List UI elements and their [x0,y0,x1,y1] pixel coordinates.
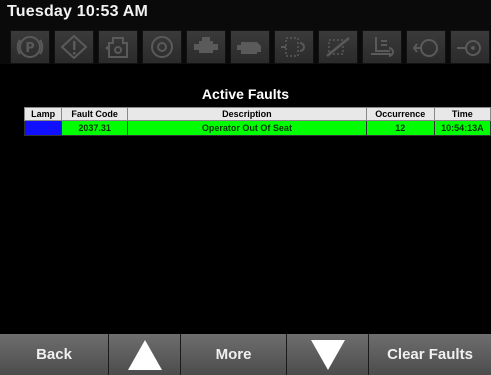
col-fault-code: Fault Code [61,107,129,121]
col-occurrence: Occurrence [365,107,435,121]
time-cell: 10:54:13A [433,120,491,136]
status-bar: Tuesday 10:53 AM P [0,0,491,64]
exhaust-temp-icon [362,30,402,64]
coolant-temp-icon [98,30,138,64]
engine-check-icon [230,30,270,64]
dpf-icon [274,30,314,64]
back-button[interactable]: Back [0,334,108,375]
date-time: Tuesday 10:53 AM [7,3,149,20]
table-row[interactable]: 2037.31 Operator Out Of Seat 12 10:54:13… [23,120,491,136]
dpf-disabled-icon [318,30,358,64]
svg-text:P: P [25,41,35,56]
lamp-indicator [23,120,63,136]
oil-pressure-icon [450,30,490,64]
more-button[interactable]: More [180,334,286,375]
scroll-down-button[interactable] [286,334,368,375]
warning-diamond-icon [54,30,94,64]
engine-icon [186,30,226,64]
up-arrow-icon [127,339,162,370]
air-filter-icon [142,30,182,64]
occurrence-cell: 12 [365,120,435,136]
park-brake-icon: P [10,30,50,64]
col-description: Description [127,107,367,121]
faults-table: Lamp Fault Code Description Occurrence T… [23,107,491,136]
page-title: Active Faults [201,86,290,102]
down-arrow-icon [310,339,345,370]
fault-code-cell: 2037.31 [61,120,129,136]
col-lamp: Lamp [23,107,63,121]
description-cell: Operator Out Of Seat [127,120,367,136]
table-header-row: Lamp Fault Code Description Occurrence T… [23,107,491,121]
clear-faults-button[interactable]: Clear Faults [368,334,491,375]
scroll-up-button[interactable] [108,334,180,375]
softkey-bar: Back More Clear Faults [0,334,491,375]
indicator-row: P [10,30,491,64]
hydraulic-oil-icon [406,30,446,64]
col-time: Time [433,107,491,121]
